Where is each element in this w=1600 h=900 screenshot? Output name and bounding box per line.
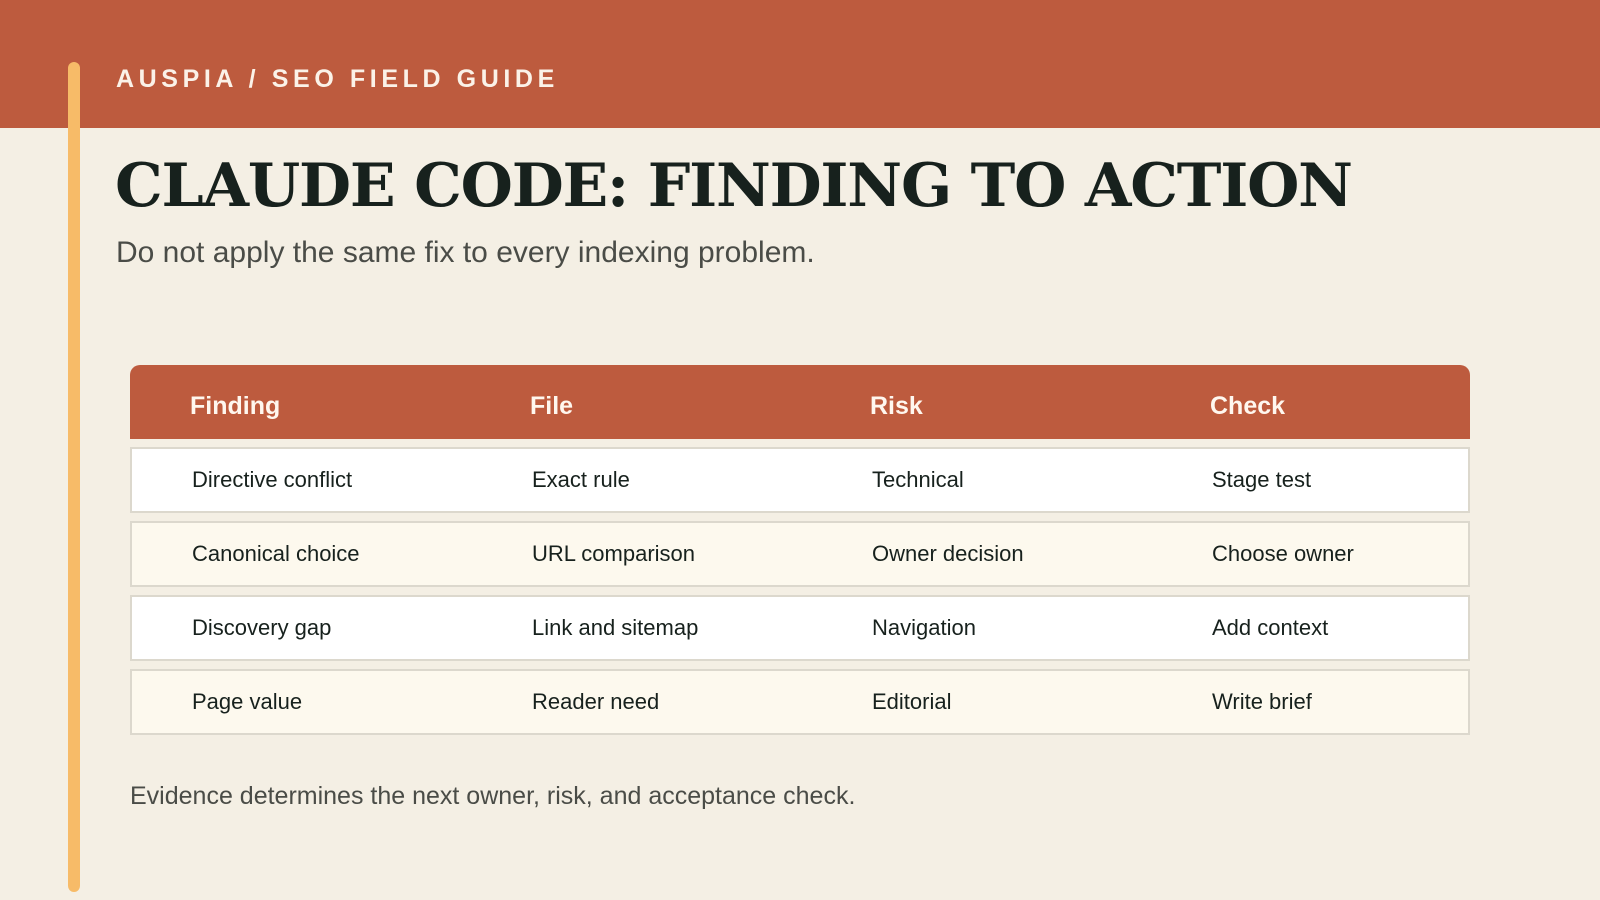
column-header-finding: Finding [190, 391, 281, 420]
table-header-row: Finding File Risk Check [130, 365, 1470, 439]
cell-check: Add context [1212, 615, 1329, 640]
column-header-check: Check [1210, 391, 1286, 420]
cell-finding: Discovery gap [192, 615, 332, 640]
cell-file: Link and sitemap [532, 615, 699, 640]
cell-file: Exact rule [532, 467, 630, 492]
table-row: Directive conflict Exact rule Technical … [130, 447, 1470, 513]
cell-risk: Owner decision [872, 541, 1024, 566]
cell-file: Reader need [532, 689, 660, 714]
table-row: Canonical choice URL comparison Owner de… [130, 521, 1470, 587]
page-subtitle: Do not apply the same fix to every index… [116, 236, 815, 269]
cell-risk: Technical [872, 467, 964, 492]
table-row: Page value Reader need Editorial Write b… [130, 669, 1470, 735]
cell-check: Choose owner [1212, 541, 1354, 566]
table-row: Discovery gap Link and sitemap Navigatio… [130, 595, 1470, 661]
column-header-risk: Risk [870, 391, 923, 420]
accent-bar [68, 62, 80, 892]
cell-file: URL comparison [532, 541, 696, 566]
cell-check: Write brief [1212, 689, 1312, 714]
cell-risk: Navigation [872, 615, 976, 640]
page-title: CLAUDE CODE: FINDING TO ACTION [115, 151, 1353, 221]
column-header-file: File [530, 391, 574, 420]
cell-finding: Page value [192, 689, 303, 714]
cell-risk: Editorial [872, 689, 952, 714]
footer-note: Evidence determines the next owner, risk… [130, 782, 856, 810]
cell-check: Stage test [1212, 467, 1312, 492]
finding-action-table: Finding File Risk Check Directive confli… [130, 365, 1470, 735]
cell-finding: Canonical choice [192, 541, 360, 566]
kicker-label: AUSPIA / SEO FIELD GUIDE [116, 65, 559, 93]
cell-finding: Directive conflict [192, 467, 353, 492]
